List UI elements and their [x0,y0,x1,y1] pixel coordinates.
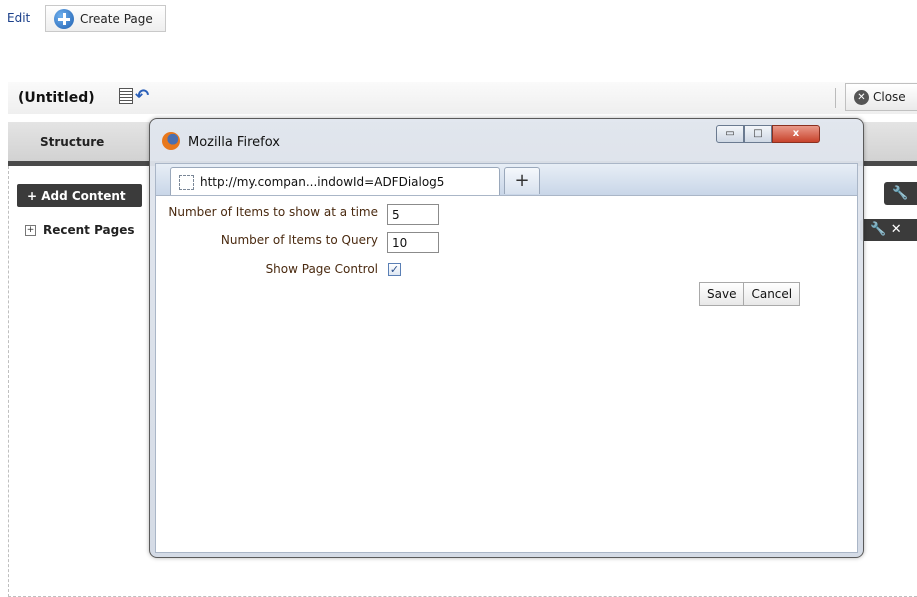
show-page-control-checkbox[interactable]: ✓ [388,263,401,276]
items-query-label: Number of Items to Query [220,233,378,247]
items-per-page-input[interactable] [387,204,439,225]
dialog-buttons: Save Cancel [699,282,801,306]
recent-pages-label: Recent Pages [43,223,135,237]
tab-structure[interactable]: Structure [40,135,104,149]
firefox-dialog-window: Mozilla Firefox ▭ □ x http://my.compan..… [149,118,864,558]
cancel-button[interactable]: Cancel [744,282,801,306]
page-title-bar: (Untitled) ↶ ✕ Close [8,82,917,114]
minimize-button[interactable]: ▭ [716,125,744,143]
firefox-logo-icon [162,132,180,150]
create-page-label: Create Page [80,11,153,26]
save-button[interactable]: Save [699,282,745,306]
divider [835,88,836,108]
undo-icon[interactable]: ↶ [135,88,149,105]
items-query-input[interactable] [387,232,439,253]
show-page-control-label: Show Page Control [265,262,378,276]
edit-link[interactable]: Edit [7,11,30,25]
recent-pages-item[interactable]: + Recent Pages [25,223,135,237]
wrench-icon[interactable]: 🔧 [870,222,886,237]
create-page-button[interactable]: Create Page [45,5,166,32]
close-label: Close [873,90,906,104]
add-circle-icon [54,8,74,29]
page-properties-icon[interactable] [119,88,133,104]
browser-tab[interactable]: http://my.compan...indowId=ADFDialog5 [170,167,500,196]
edit-remove-controls[interactable]: 🔧 ✕ [860,219,917,241]
title-icons: ↶ [119,88,149,105]
wrench-icon[interactable]: 🔧 [884,182,917,205]
page-title: (Untitled) [18,90,95,106]
tab-url: http://my.compan...indowId=ADFDialog5 [200,175,445,189]
remove-icon[interactable]: ✕ [891,222,902,237]
window-close-button[interactable]: x [772,125,820,143]
window-titlebar[interactable]: Mozilla Firefox ▭ □ x [150,119,863,163]
close-icon: ✕ [854,89,869,105]
items-per-page-label: Number of Items to show at a time [168,205,378,219]
add-content-button[interactable]: + Add Content [17,184,142,207]
expand-icon[interactable]: + [25,224,36,236]
window-title: Mozilla Firefox [188,135,280,150]
tab-strip: http://my.compan...indowId=ADFDialog5 + [155,163,858,196]
new-tab-button[interactable]: + [504,167,540,194]
restore-button[interactable]: □ [744,125,772,143]
close-button[interactable]: ✕ Close [845,83,917,111]
page-favicon-icon [179,174,194,190]
dialog-content: Number of Items to show at a time Number… [155,195,858,553]
window-controls: ▭ □ x [716,125,820,143]
